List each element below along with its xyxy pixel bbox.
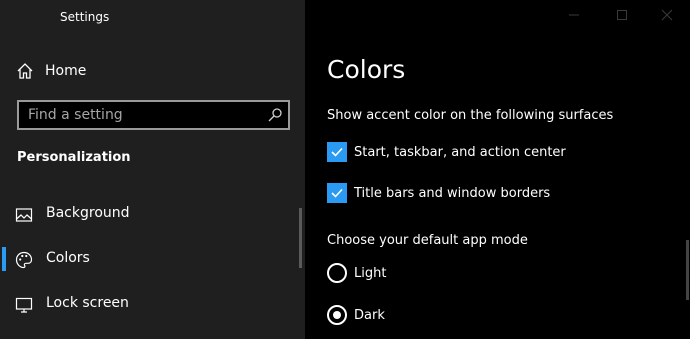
image-icon xyxy=(15,208,33,222)
start-taskbar-checkbox[interactable] xyxy=(327,142,347,162)
main-content: Colors Show accent color on the followin… xyxy=(305,0,690,339)
home-nav-item[interactable]: Home xyxy=(16,60,86,82)
title-bars-checkbox[interactable] xyxy=(327,183,347,203)
minimize-icon[interactable] xyxy=(567,8,581,22)
checkmark-icon xyxy=(331,188,343,198)
main-scrollbar[interactable] xyxy=(686,240,689,300)
accent-surfaces-heading: Show accent color on the following surfa… xyxy=(327,108,614,123)
sidebar-item-label: Background xyxy=(46,205,130,221)
sidebar: Settings Home Find a setting Personaliza… xyxy=(0,0,305,339)
app-mode-heading: Choose your default app mode xyxy=(327,233,528,248)
start-taskbar-checkbox-row[interactable]: Start, taskbar, and action center xyxy=(327,141,566,163)
title-bars-checkbox-row[interactable]: Title bars and window borders xyxy=(327,182,550,204)
window-title: Settings xyxy=(60,10,110,24)
page-title: Colors xyxy=(327,55,406,84)
sidebar-item-label: Lock screen xyxy=(46,295,129,311)
palette-icon xyxy=(15,251,33,269)
search-input[interactable]: Find a setting xyxy=(17,100,290,130)
home-icon xyxy=(17,63,33,79)
checkbox-label: Start, taskbar, and action center xyxy=(354,144,566,160)
close-icon[interactable] xyxy=(660,8,674,22)
search-placeholder: Find a setting xyxy=(28,107,123,123)
section-title: Personalization xyxy=(17,150,131,165)
dark-mode-radio-row[interactable]: Dark xyxy=(327,304,385,326)
radio-label: Dark xyxy=(354,307,385,323)
active-indicator xyxy=(2,247,6,271)
radio-label: Light xyxy=(354,265,387,281)
search-icon[interactable] xyxy=(267,107,283,123)
monitor-icon xyxy=(15,297,33,313)
sidebar-item-lock-screen[interactable]: Lock screen xyxy=(0,286,300,322)
sidebar-item-background[interactable]: Background xyxy=(0,196,300,232)
light-mode-radio-row[interactable]: Light xyxy=(327,262,386,284)
sidebar-item-colors[interactable]: Colors xyxy=(0,241,300,277)
maximize-icon[interactable] xyxy=(615,8,629,22)
light-mode-radio[interactable] xyxy=(327,263,347,283)
checkmark-icon xyxy=(331,147,343,157)
dark-mode-radio[interactable] xyxy=(327,305,347,325)
sidebar-item-label: Colors xyxy=(46,250,90,266)
home-label: Home xyxy=(45,63,87,79)
checkbox-label: Title bars and window borders xyxy=(354,185,551,201)
sidebar-scrollbar[interactable] xyxy=(299,208,302,268)
